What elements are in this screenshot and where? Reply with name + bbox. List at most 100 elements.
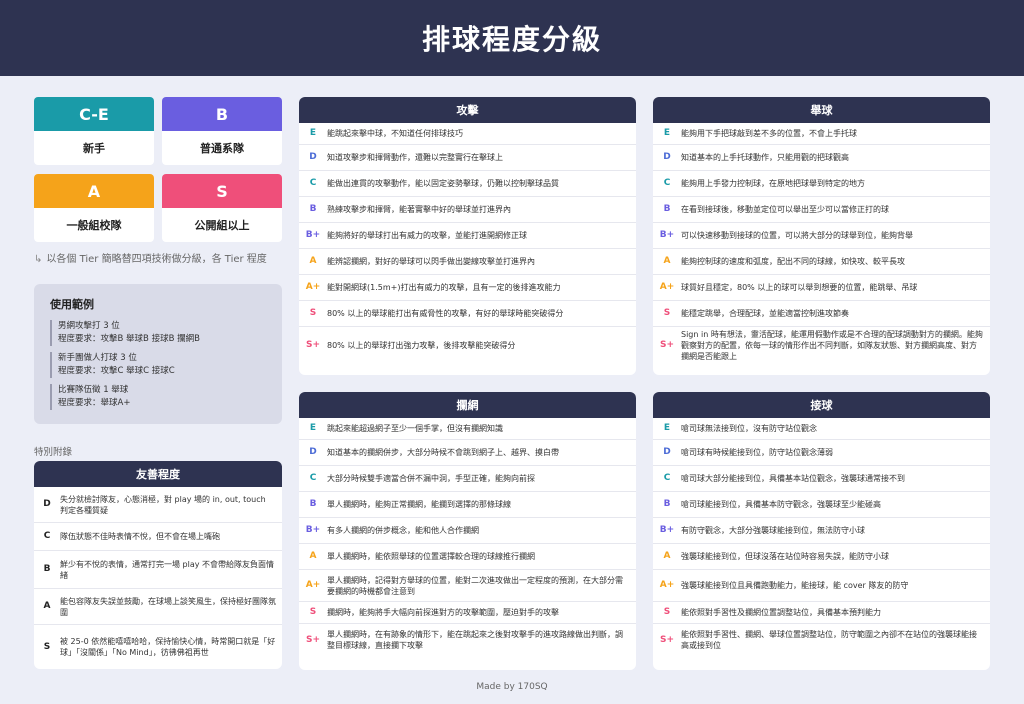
table-row: S+ 80% 以上的舉球打出強力攻擊，後排攻擊能突破得分 xyxy=(299,327,636,363)
tier-note-text: 以各個 Tier 簡略替四項技術做分級，各 Tier 程度 xyxy=(46,254,267,265)
level-desc: Sign in 時有想法，靈活配球，能運用假動作或是不合理的配球調動對方的攔網。… xyxy=(681,329,983,361)
level-desc: 嗆司球無法接到位，沒有防守站位觀念 xyxy=(681,424,817,433)
panel-title: 友善程度 xyxy=(34,461,282,487)
level-label: A+ xyxy=(659,282,675,292)
level-desc: 熟練攻擊步和揮臂，能著實擊中好的舉球並打進界內 xyxy=(327,205,511,214)
level-desc: 80% 以上的舉球打出強力攻擊，後排攻擊能突破得分 xyxy=(327,340,516,350)
level-desc: 80% 以上的舉球能打出有威脅性的攻擊，有好的舉球時能突破得分 xyxy=(327,309,564,318)
table-row: B+ 可以快速移動到接球的位置，可以將大部分的球舉到位，能夠背舉 xyxy=(653,223,990,249)
page-title: 排球程度分級 xyxy=(0,0,1024,76)
level-desc: 隊伍狀態不佳時表情不悅，但不會在場上嘴砲 xyxy=(60,532,220,541)
panel-title: 攔網 xyxy=(299,392,636,418)
level-label: A xyxy=(309,256,317,266)
level-label: S+ xyxy=(659,339,675,350)
table-row: A 強襲球能接到位，但球沒落在站位時容易失誤，能防守小球 xyxy=(653,544,990,570)
level-desc: 能跳起來擊中球，不知道任何排球技巧 xyxy=(327,129,463,138)
table-row: B+ 有多人攔網的併步概念，能和他人合作攔網 xyxy=(299,518,636,544)
level-desc: 能做出連貫的攻擊動作，能以固定姿勢擊球，仍難以控制擊球品質 xyxy=(327,179,559,188)
level-label: S xyxy=(309,607,317,617)
level-label: B xyxy=(663,499,671,509)
receiving-panel: 接球 E 嗆司球無法接到位，沒有防守站位觀念 D 嗆司球有時候能接到位，防守站位觀念薄… xyxy=(653,392,990,670)
table-row: D 嗆司球有時候能接到位，防守站位觀念薄弱 xyxy=(653,440,990,466)
level-label: A+ xyxy=(659,580,675,590)
level-label: A+ xyxy=(305,580,321,590)
level-desc: 能夠用下手把球敲到差不多的位置，不會上手托球 xyxy=(681,129,857,138)
level-desc: 被 25-0 依然能嘻嘻哈哈，保持愉快心情，時常開口就是「好球」「沒關係」「No… xyxy=(60,637,276,657)
level-desc: 強襲球能接到位，但球沒落在站位時容易失誤，能防守小球 xyxy=(681,552,889,561)
level-desc: 單人攔網時，能依照舉球的位置選擇較合理的球線推行攔網 xyxy=(327,552,535,561)
table-row: B 單人攔網時，能夠正常攔網，能攔到選擇的那條球線 xyxy=(299,492,636,518)
level-label: D xyxy=(309,152,317,162)
table-row: B 熟練攻擊步和揮臂，能著實擊中好的舉球並打進界內 xyxy=(299,197,636,223)
level-label: E xyxy=(309,128,317,138)
level-desc: 攔網時，能夠將手大幅向前探進對方的攻擊範圍，壓迫對手的攻擊 xyxy=(327,608,559,617)
tier-badge: B xyxy=(162,97,282,131)
table-row: S 被 25-0 依然能嘻嘻哈哈，保持愉快心情，時常開口就是「好球」「沒關係」「… xyxy=(34,625,282,669)
level-desc: 有防守觀念，大部分強襲球能接到位，無法防守小球 xyxy=(681,526,865,535)
example-item: 新手團做人打球 3 位 程度要求：攻擊C 舉球C 接球C xyxy=(50,352,266,378)
level-label: S xyxy=(663,308,671,318)
level-label: B xyxy=(43,564,51,574)
table-row: B 鮮少有不悅的表情，通常打完一場 play 不會帶給隊友負面情緒 xyxy=(34,551,282,589)
level-label: S xyxy=(309,308,317,318)
example-title: 使用範例 xyxy=(50,298,94,311)
level-label: B+ xyxy=(659,525,675,535)
level-label: S+ xyxy=(305,634,321,645)
example-line: 程度要求：攻擊B 舉球B 接球B 攔網B xyxy=(58,334,200,344)
attack-panel: 攻擊 E 能跳起來擊中球，不知道任何排球技巧 D 知道攻擊步和揮臂動作，還難以完整實行… xyxy=(299,97,636,375)
level-label: B+ xyxy=(305,230,321,240)
table-row: S+ 能依照對手習性、攔網、舉球位置調整站位，防守範圍之內卻不在站位的強襲球能接高… xyxy=(653,624,990,656)
level-label: S xyxy=(663,607,671,617)
table-row: S+ Sign in 時有想法，靈活配球，能運用假動作或是不合理的配球調動對方的攔… xyxy=(653,327,990,363)
table-row: A+ 球質好且穩定，80% 以上的球可以舉到想要的位置，能跳舉、吊球 xyxy=(653,275,990,301)
tier-label: 新手 xyxy=(83,142,105,155)
return-arrow-icon: ↳ xyxy=(34,254,43,265)
table-row: C 大部分時候雙手適當合併不漏中洞，手型正確，能夠向前探 xyxy=(299,466,636,492)
table-row: B 在看到接球後，移動並定位可以舉出至少可以當修正打的球 xyxy=(653,197,990,223)
level-desc: 能依照對手習性、攔網、舉球位置調整站位，防守範圍之內卻不在站位的強襲球能接高或接… xyxy=(681,630,977,650)
tier-note: ↳ 以各個 Tier 簡略替四項技術做分級，各 Tier 程度 xyxy=(34,250,284,265)
level-desc: 有多人攔網的併步概念，能和他人合作攔網 xyxy=(327,526,479,535)
level-desc: 能夠將好的舉球打出有威力的攻擊，並能打進開網修正球 xyxy=(327,231,527,240)
level-label: D xyxy=(663,152,671,162)
level-desc: 嗆司球大部分能接到位，具備基本站位觀念，強襲球通常接不到 xyxy=(681,474,905,483)
level-desc: 球質好且穩定，80% 以上的球可以舉到想要的位置，能跳舉、吊球 xyxy=(681,283,918,292)
example-line: 程度要求：攻擊C 舉球C 接球C xyxy=(58,366,175,376)
level-desc: 能依照對手習性及攔網位置調整站位，具備基本預判能力 xyxy=(681,608,881,617)
level-label: S+ xyxy=(305,339,321,350)
table-row: S 攔網時，能夠將手大幅向前探進對方的攻擊範圍，壓迫對手的攻擊 xyxy=(299,602,636,624)
level-label: C xyxy=(309,473,317,483)
level-desc: 跳起來能超過網子至少一個手掌，但沒有攔網知識 xyxy=(327,424,503,433)
level-label: S xyxy=(43,641,51,652)
tier-badge: A xyxy=(34,174,154,208)
level-desc: 單人攔網時，在有跡象的情形下，能在跳起來之後對攻擊手的進攻路線做出判斷，調整目標… xyxy=(327,630,623,650)
table-row: A 能夠控制球的速度和弧度，配出不同的球線，如快攻、較平長攻 xyxy=(653,249,990,275)
table-row: S 能依照對手習性及攔網位置調整站位，具備基本預判能力 xyxy=(653,602,990,624)
level-label: D xyxy=(663,447,671,457)
usage-example-box: 使用範例 男網攻擊打 3 位 程度要求：攻擊B 舉球B 接球B 攔網B 新手團做… xyxy=(34,284,282,424)
tier-badge: C-E xyxy=(34,97,154,131)
table-row: S 80% 以上的舉球能打出有威脅性的攻擊，有好的舉球時能突破得分 xyxy=(299,301,636,327)
level-desc: 大部分時候雙手適當合併不漏中洞，手型正確，能夠向前探 xyxy=(327,474,535,483)
table-row: D 知道基本的上手托球動作，只能用觀的把球觀高 xyxy=(653,145,990,171)
tier-badge: S xyxy=(162,174,282,208)
table-row: B+ 能夠將好的舉球打出有威力的攻擊，並能打進開網修正球 xyxy=(299,223,636,249)
table-row: A 單人攔網時，能依照舉球的位置選擇較合理的球線推行攔網 xyxy=(299,544,636,570)
level-label: E xyxy=(663,128,671,138)
tier-card-b: B 普通系隊 xyxy=(162,97,282,165)
level-label: B+ xyxy=(305,525,321,535)
example-item: 比賽隊伍徵 1 舉球 程度要求：舉球A+ xyxy=(50,384,266,410)
level-desc: 知道基本的攔網併步，大部分時候不會跳到網子上、越界、摸白帶 xyxy=(327,448,559,457)
level-desc: 強襲球能接到位且具備跑動能力，能接球，能 cover 隊友的防守 xyxy=(681,581,909,590)
table-row: D 失分就檢討隊友，心態消極，對 play 場的 in, out, touch … xyxy=(34,487,282,523)
level-desc: 能穩定跳舉，合理配球，並能適當控制進攻節奏 xyxy=(681,309,849,318)
level-label: B xyxy=(663,204,671,214)
level-desc: 單人攔網時，能夠正常攔網，能攔到選擇的那條球線 xyxy=(327,500,511,509)
example-line: 男網攻擊打 3 位 xyxy=(58,321,120,331)
level-desc: 鮮少有不悅的表情，通常打完一場 play 不會帶給隊友負面情緒 xyxy=(60,559,275,580)
level-label: A xyxy=(43,601,51,611)
table-row: E 能夠用下手把球敲到差不多的位置，不會上手托球 xyxy=(653,123,990,145)
level-label: B+ xyxy=(659,230,675,240)
example-line: 新手團做人打球 3 位 xyxy=(58,353,137,363)
level-desc: 能辨認攔網，對好的舉球可以閃手做出變線攻擊並打進界內 xyxy=(327,257,535,266)
